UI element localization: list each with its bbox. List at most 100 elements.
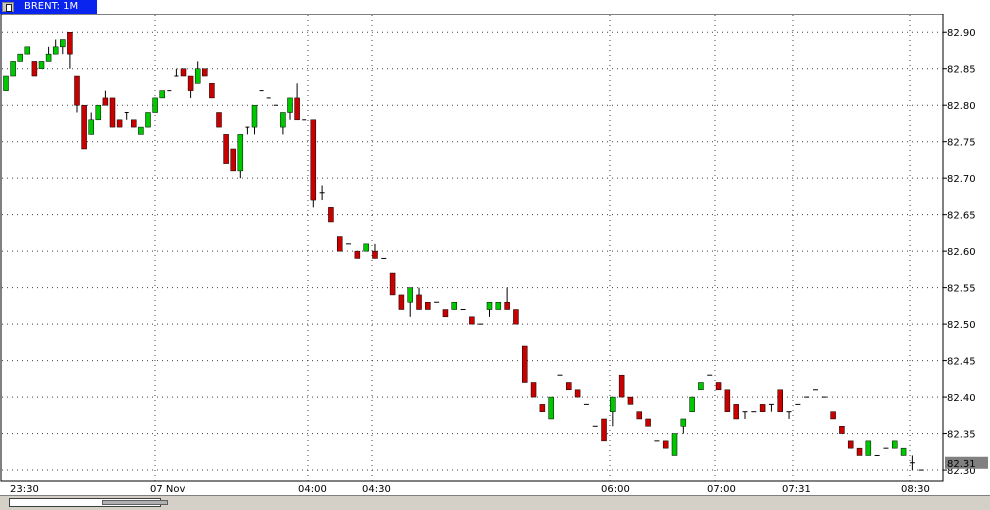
candle-body	[45, 53, 52, 62]
candle-body	[88, 119, 94, 135]
candle-body	[671, 433, 678, 456]
candle	[636, 411, 643, 420]
candle-body	[495, 301, 502, 310]
time-tick-label: 06:00	[601, 484, 630, 495]
candle	[159, 90, 165, 99]
candle-body	[566, 382, 572, 391]
scroll-track[interactable]	[9, 498, 168, 507]
candle-body	[530, 382, 537, 398]
time-tick-label: 23:30	[10, 484, 39, 495]
price-tick-label: 82.75	[947, 138, 976, 149]
candle-body	[548, 396, 554, 420]
price-chart[interactable]: 82.90 82.85 82.80 82.75 82.70 82.65 82.60 82.55…	[0, 14, 990, 495]
price-tick-label: 82.65	[947, 211, 976, 222]
candle-body	[486, 301, 493, 310]
candle-body	[294, 97, 300, 121]
candle-body	[38, 61, 45, 69]
candle-body	[194, 68, 201, 84]
candle-body	[407, 287, 413, 303]
candle-body	[102, 97, 109, 106]
candle	[856, 447, 863, 456]
candle	[469, 316, 475, 325]
chart-window-tab[interactable]: BRENT: 1M	[0, 0, 97, 14]
candle	[209, 83, 215, 99]
candle	[733, 404, 739, 420]
candle	[38, 61, 45, 69]
candle-body	[839, 426, 845, 434]
candle-body	[223, 134, 229, 164]
candle-body	[152, 97, 158, 113]
candle-body	[601, 418, 607, 442]
candle-body	[372, 250, 378, 259]
candle	[451, 301, 458, 310]
candle	[830, 411, 836, 420]
price-axis[interactable]: 82.90 82.85 82.80 82.75 82.70 82.65 82.60 82.55…	[943, 28, 976, 477]
candle	[892, 440, 898, 449]
candle	[180, 68, 187, 77]
candle	[202, 68, 208, 77]
candle-body	[689, 396, 695, 412]
candle-body	[574, 389, 581, 398]
window-icon[interactable]	[2, 2, 14, 12]
candle-body	[187, 75, 194, 91]
price-tick-label: 82.60	[947, 247, 976, 258]
candle	[310, 119, 317, 208]
candle-body	[645, 418, 651, 427]
horizontal-scrollbar[interactable]	[0, 495, 990, 510]
candle	[698, 382, 704, 391]
candle-body	[3, 75, 9, 91]
candle	[671, 433, 678, 456]
candle-body	[328, 207, 334, 223]
candle-body	[216, 112, 222, 128]
candle	[3, 75, 9, 91]
candle	[145, 112, 151, 128]
candle	[530, 382, 537, 398]
candle-body	[81, 104, 87, 150]
candle	[116, 119, 123, 128]
candle-body	[237, 134, 244, 172]
time-axis[interactable]: 23:30 07 Nov 04:00 04:30 06:00 07:00 07:31 08:3…	[10, 484, 930, 495]
candle	[17, 53, 23, 62]
candle	[539, 404, 546, 412]
candle	[618, 374, 625, 398]
time-tick-label: 04:30	[362, 484, 391, 495]
candle	[398, 294, 405, 310]
candle-body	[10, 61, 16, 77]
candle-body	[504, 301, 510, 310]
candle	[31, 61, 38, 77]
candle-body	[662, 440, 669, 449]
candle	[109, 97, 116, 128]
title-bar: BRENT: 1M	[0, 0, 990, 14]
candle	[759, 404, 766, 412]
candle	[495, 301, 502, 310]
candle-body	[209, 83, 215, 99]
candle	[24, 46, 31, 55]
candle	[95, 104, 102, 121]
window-title: BRENT: 1M	[24, 1, 79, 12]
candle-body	[280, 112, 286, 128]
candle	[715, 382, 722, 391]
candle	[662, 440, 669, 449]
candle-body	[67, 31, 73, 55]
candle	[223, 134, 229, 164]
time-tick-label: 08:30	[901, 484, 930, 495]
candle	[328, 207, 334, 223]
candle	[81, 104, 87, 150]
candle	[645, 418, 651, 427]
last-price-label: 82.31	[947, 459, 976, 470]
candle	[521, 345, 528, 383]
candle-body	[856, 447, 863, 456]
candle-body	[698, 382, 704, 391]
candle-body	[636, 411, 643, 420]
candle-body	[363, 243, 369, 252]
candle-body	[230, 148, 236, 172]
candle-body	[109, 97, 116, 128]
candle-body	[145, 112, 151, 128]
candle-body	[180, 68, 187, 77]
last-price-tag: 82.31	[945, 456, 988, 470]
candle-body	[451, 301, 458, 310]
candle	[230, 148, 236, 172]
candle-body	[95, 104, 102, 121]
candle-body	[442, 309, 449, 318]
scroll-thumb[interactable]	[102, 500, 168, 505]
